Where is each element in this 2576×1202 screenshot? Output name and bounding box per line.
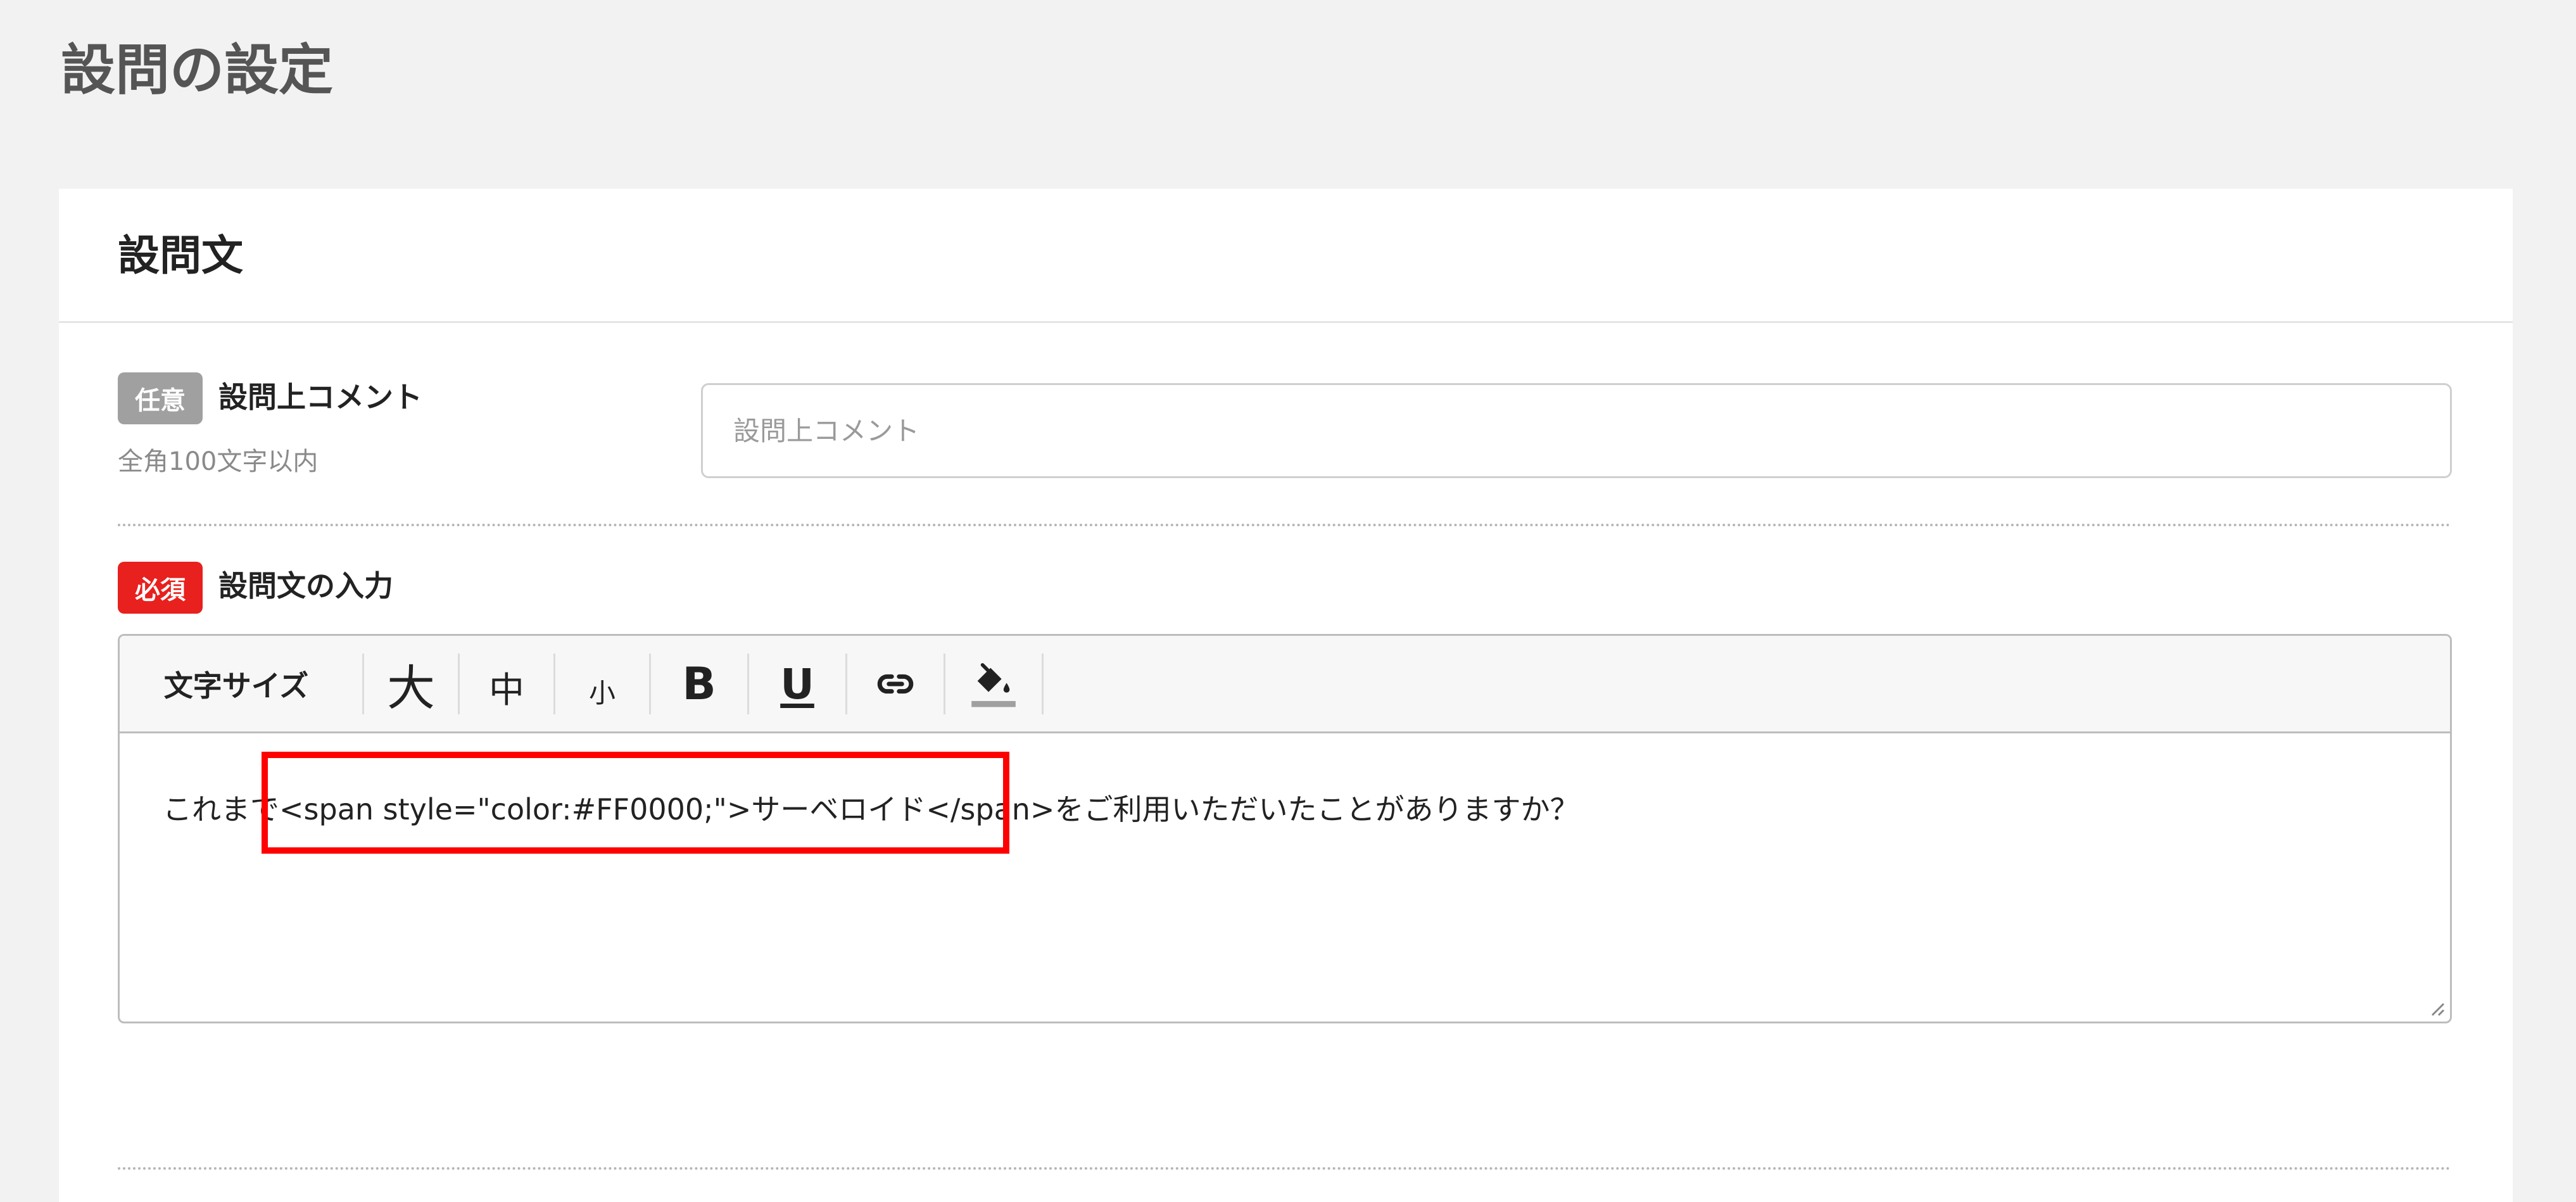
rich-text-editor: 文字サイズ 大 中 小 B U これまで<span style="color:#… (118, 634, 2452, 1023)
toolbar-separator (1042, 654, 1044, 714)
optional-badge: 任意 (118, 372, 203, 424)
page-title: 設問の設定 (61, 39, 333, 102)
card-header: 設問文 (59, 189, 2513, 323)
comment-input[interactable] (701, 383, 2452, 478)
font-size-large-button[interactable]: 大 (364, 654, 458, 716)
resize-handle-icon[interactable] (2426, 997, 2446, 1018)
question-field-label: 設問文の入力 (218, 569, 393, 603)
font-size-medium-button[interactable]: 中 (460, 654, 553, 714)
fill-color-button[interactable] (945, 654, 1042, 714)
comment-field-label: 設問上コメント (218, 380, 422, 414)
question-text-editor[interactable]: これまで<span style="color:#FF0000;">サーベロイド<… (120, 733, 2450, 1022)
paint-bucket-icon (971, 663, 1016, 707)
required-badge: 必須 (118, 562, 203, 614)
link-icon (877, 674, 914, 694)
section-title: 設問文 (118, 231, 243, 280)
font-size-small-button[interactable]: 小 (555, 654, 649, 714)
comment-field-hint: 全角100文字以内 (118, 447, 319, 476)
link-button[interactable] (847, 654, 944, 714)
underline-button[interactable]: U (749, 654, 845, 714)
field-divider (118, 1167, 2452, 1170)
bold-button[interactable]: B (651, 654, 747, 714)
font-size-label: 文字サイズ (163, 669, 309, 703)
editor-toolbar: 文字サイズ 大 中 小 B U (120, 636, 2450, 733)
field-divider (118, 524, 2452, 526)
question-settings-card: 設問文 任意 設問上コメント 全角100文字以内 必須 設問文の入力 文字サイズ… (59, 189, 2513, 1202)
